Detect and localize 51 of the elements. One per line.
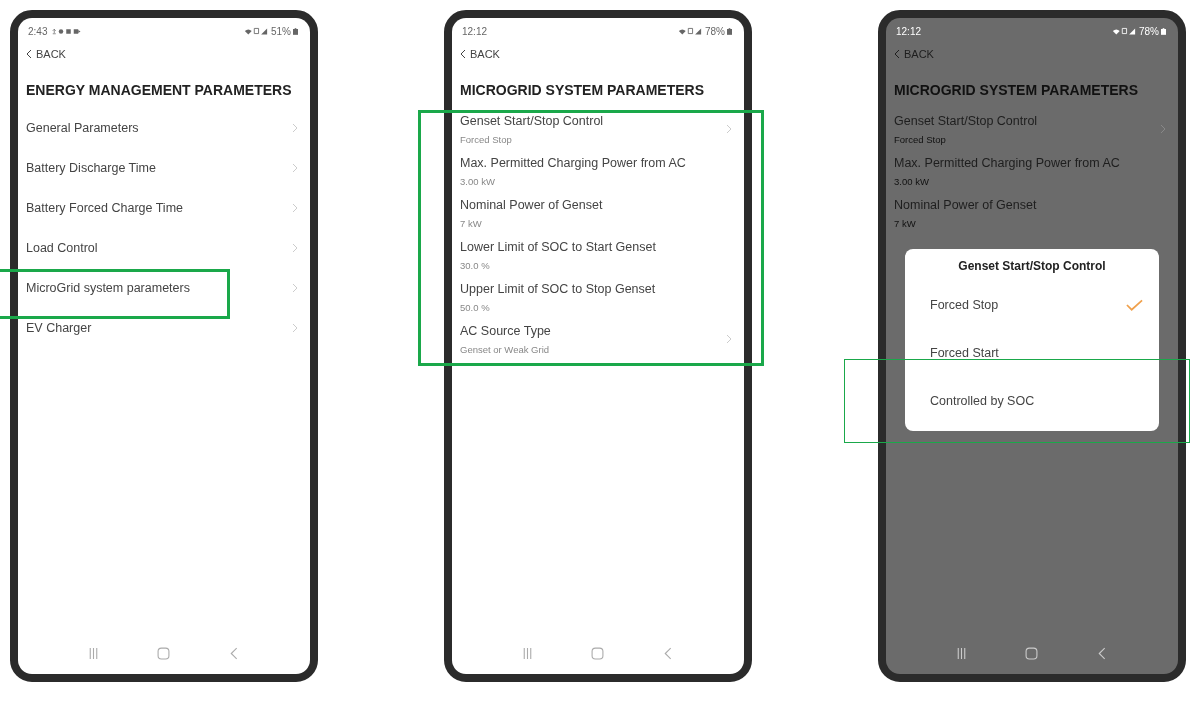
battery-percent: 51% <box>271 25 291 37</box>
battery-icon <box>1161 27 1166 35</box>
settings-item[interactable]: Battery Forced Charge Time <box>18 188 310 228</box>
back-chevron-icon <box>894 49 900 59</box>
screen-title: MICROGRID SYSTEM PARAMETERS <box>460 82 704 98</box>
chevron-icon <box>726 334 732 344</box>
settings-item[interactable]: Genset Start/Stop Control Forced Stop <box>452 108 744 150</box>
chevron-icon <box>292 123 298 133</box>
back-chevron-icon <box>26 49 32 59</box>
signal-icon <box>1112 27 1136 35</box>
back-button[interactable]: BACK <box>26 48 66 60</box>
settings-item[interactable]: Max. Permitted Charging Power from AC 3.00 kW <box>452 150 744 192</box>
chevron-icon <box>292 163 298 173</box>
dialog-title: Genset Start/Stop Control <box>957 259 1107 273</box>
settings-item[interactable]: Battery Discharge Time <box>18 148 310 188</box>
chevron-icon <box>292 243 298 253</box>
settings-item[interactable]: Load Control <box>18 228 310 268</box>
status-time: 12:12 <box>896 25 922 37</box>
dialog-option[interactable]: Forced Stop <box>905 281 1159 329</box>
settings-item[interactable]: General Parameters <box>18 108 310 148</box>
settings-item[interactable]: Lower Limit of SOC to Start Genset 30.0 % <box>452 234 744 276</box>
battery-icon <box>293 27 298 35</box>
home-icon[interactable] <box>1025 647 1039 660</box>
settings-item[interactable]: Nominal Power of Genset 7 kW <box>886 192 1178 234</box>
signal-icon <box>244 27 268 35</box>
settings-item[interactable]: Nominal Power of Genset 7 kW <box>452 192 744 234</box>
status-time: 2:43 <box>28 25 48 37</box>
settings-item[interactable]: AC Source Type Genset or Weak Grid <box>452 318 744 360</box>
settings-item[interactable]: Upper Limit of SOC to Stop Genset 50.0 % <box>452 276 744 318</box>
battery-percent: 78% <box>1139 25 1159 37</box>
battery-percent: 78% <box>705 25 725 37</box>
status-time: 12:12 <box>462 25 488 37</box>
back-button[interactable]: BACK <box>460 48 500 60</box>
settings-item[interactable]: Max. Permitted Charging Power from AC 3.00 kW <box>886 150 1178 192</box>
settings-item[interactable]: MicroGrid system parameters <box>18 268 310 308</box>
battery-icon <box>727 27 732 35</box>
home-icon[interactable] <box>157 647 171 660</box>
settings-item[interactable]: Genset Start/Stop Control Forced Stop <box>886 108 1178 150</box>
home-icon[interactable] <box>591 647 605 660</box>
back-chevron-icon <box>460 49 466 59</box>
chevron-icon <box>726 124 732 134</box>
dialog-option[interactable]: Controlled by SOC <box>905 377 1159 425</box>
settings-item[interactable]: EV Charger <box>18 308 310 348</box>
signal-icon <box>678 27 702 35</box>
dialog-option[interactable]: Forced Start <box>905 329 1159 377</box>
chevron-icon <box>1160 124 1166 134</box>
chevron-icon <box>292 203 298 213</box>
chevron-icon <box>292 323 298 333</box>
screen-title: MICROGRID SYSTEM PARAMETERS <box>894 82 1138 98</box>
screen-title: ENERGY MANAGEMENT PARAMETERS <box>26 82 292 98</box>
chevron-icon <box>292 283 298 293</box>
